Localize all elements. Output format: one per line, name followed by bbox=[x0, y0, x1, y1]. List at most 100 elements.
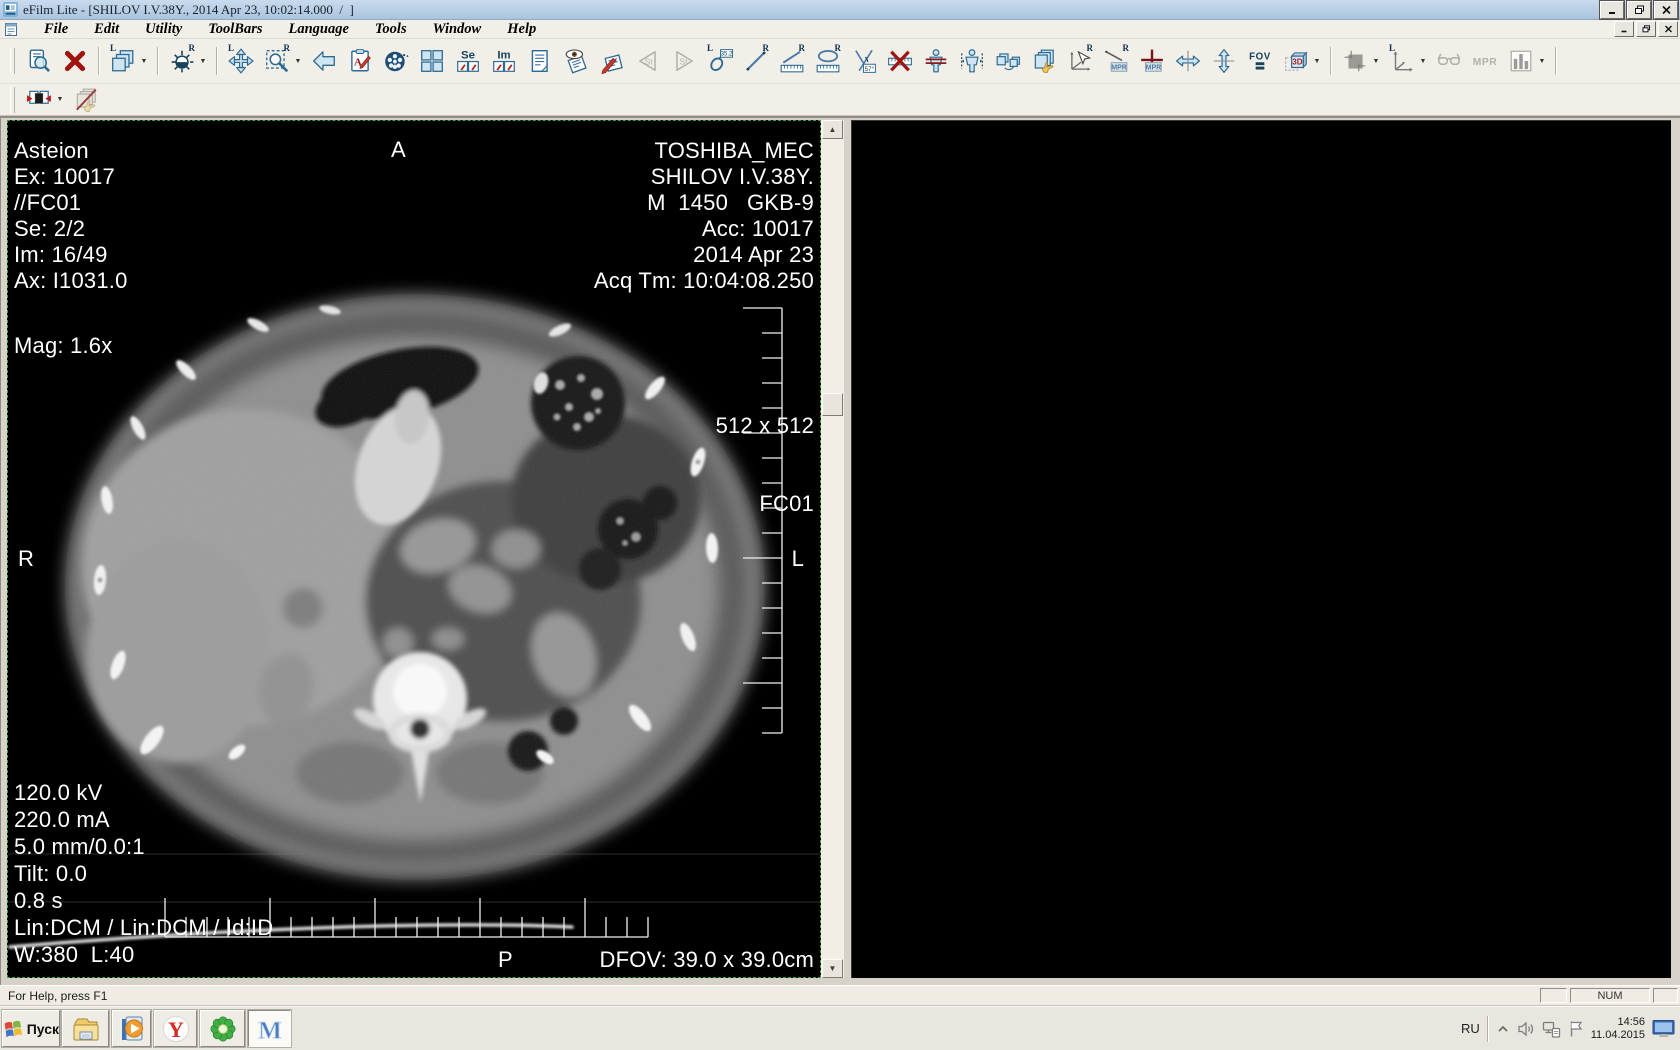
scroll-thumb[interactable] bbox=[822, 393, 843, 416]
report-button[interactable] bbox=[525, 45, 555, 77]
annotations-button[interactable]: A bbox=[345, 45, 375, 77]
child-minimize-button[interactable] bbox=[1614, 21, 1634, 37]
overlay-top-right: TOSHIBA_MECSHILOV I.V.38Y.M 1450 GKB-9Ac… bbox=[594, 138, 814, 294]
restore-button[interactable] bbox=[1627, 1, 1651, 19]
menu-item-file[interactable]: File bbox=[31, 20, 81, 38]
clock[interactable]: 14:56 11.04.2015 bbox=[1591, 1016, 1645, 1042]
open-study-button[interactable] bbox=[24, 45, 54, 77]
action-center-flag-icon[interactable] bbox=[1568, 1020, 1584, 1038]
histogram-button bbox=[1506, 45, 1536, 77]
menu-item-help[interactable]: Help bbox=[494, 20, 549, 38]
title-bar: eFilm Lite - [SHILOV I.V.38Y., 2014 Apr … bbox=[0, 0, 1680, 20]
measure-distance-button[interactable]: R bbox=[777, 45, 807, 77]
stack-mode-button[interactable]: L bbox=[108, 45, 138, 77]
desktop: eFilm Lite - [SHILOV I.V.38Y., 2014 Apr … bbox=[0, 0, 1680, 1050]
drag-stack-button[interactable] bbox=[1029, 45, 1059, 77]
menu-item-language[interactable]: Language bbox=[275, 20, 361, 38]
edit-report-button[interactable] bbox=[597, 45, 627, 77]
compare-studies-button[interactable] bbox=[24, 84, 54, 116]
reset-view-button[interactable] bbox=[309, 45, 339, 77]
svg-text:3D: 3D bbox=[1292, 58, 1303, 67]
window-layout-button[interactable] bbox=[417, 45, 447, 77]
windows-flag-icon bbox=[3, 1019, 23, 1039]
image-scrollbar-track[interactable]: ▲ ▼ bbox=[821, 120, 844, 978]
scout-lines-button[interactable] bbox=[921, 45, 951, 77]
probe-button[interactable]: 35.2L bbox=[705, 45, 735, 77]
film-box-icon bbox=[1342, 48, 1368, 74]
flip-vertical-button[interactable] bbox=[1209, 45, 1239, 77]
mouse-button-hint: R bbox=[835, 44, 842, 53]
previous-study-icon: St bbox=[635, 48, 661, 74]
view-3d-dropdown-arrow[interactable]: ▼ bbox=[1311, 45, 1323, 77]
stack-mode-dropdown-arrow[interactable]: ▼ bbox=[138, 45, 150, 77]
zoom-region-button[interactable]: R bbox=[262, 45, 292, 77]
menu-item-edit[interactable]: Edit bbox=[81, 20, 132, 38]
minimize-button[interactable] bbox=[1600, 1, 1624, 19]
close-study-button[interactable] bbox=[60, 45, 90, 77]
overlay-magnification: Mag: 1.6x bbox=[14, 333, 112, 359]
close-button[interactable] bbox=[1654, 1, 1678, 19]
delete-measurements-button[interactable] bbox=[885, 45, 915, 77]
mpr-mode-icon: MPR bbox=[1472, 48, 1498, 74]
display-monitor-icon[interactable] bbox=[1652, 1019, 1676, 1039]
toolbar-grip[interactable] bbox=[10, 87, 15, 113]
link-stacks-button[interactable] bbox=[993, 45, 1023, 77]
compare-studies-dropdown-arrow[interactable]: ▼ bbox=[54, 84, 66, 116]
image-layout-button[interactable]: Im bbox=[489, 45, 519, 77]
cine-button[interactable] bbox=[381, 45, 411, 77]
child-close-button[interactable] bbox=[1658, 21, 1678, 37]
series-layout-button[interactable]: Se bbox=[453, 45, 483, 77]
child-restore-button[interactable] bbox=[1636, 21, 1656, 37]
orientation-axis-button[interactable]: L bbox=[1387, 45, 1417, 77]
toolbar-grip[interactable] bbox=[10, 48, 15, 74]
mouse-button-hint: R bbox=[763, 44, 770, 53]
orientation-axis-dropdown-arrow[interactable]: ▼ bbox=[1417, 45, 1429, 77]
tray-time: 14:56 bbox=[1591, 1016, 1645, 1029]
film-box-dropdown-arrow[interactable]: ▼ bbox=[1370, 45, 1382, 77]
cursor-3d-button[interactable]: R bbox=[1065, 45, 1095, 77]
histogram-dropdown-arrow[interactable]: ▼ bbox=[1536, 45, 1548, 77]
draw-line-button[interactable]: R bbox=[741, 45, 771, 77]
link-stacks-icon bbox=[995, 48, 1021, 74]
menu-bar: FileEditUtilityToolBarsLanguageToolsWind… bbox=[0, 20, 1680, 39]
status-message: For Help, press F1 bbox=[8, 989, 107, 1003]
menu-item-window[interactable]: Window bbox=[420, 20, 495, 38]
volume-icon[interactable] bbox=[1517, 1020, 1535, 1038]
yandex-browser-taskbar-button[interactable]: Y bbox=[154, 1010, 197, 1047]
menu-item-toolbars[interactable]: ToolBars bbox=[195, 20, 275, 38]
menu-item-tools[interactable]: Tools bbox=[362, 20, 420, 38]
window-level-button[interactable]: R bbox=[167, 45, 197, 77]
media-player-taskbar-button[interactable] bbox=[112, 1010, 151, 1047]
viewport-empty[interactable] bbox=[851, 120, 1671, 978]
fov-button[interactable]: FOV bbox=[1245, 45, 1275, 77]
zoom-region-dropdown-arrow[interactable]: ▼ bbox=[292, 45, 304, 77]
scroll-up-button[interactable]: ▲ bbox=[822, 120, 843, 139]
measure-angle-button[interactable]: 57° bbox=[849, 45, 879, 77]
image-resolution: 512 x 512 bbox=[716, 413, 814, 439]
overlay-dfov: DFOV: 39.0 x 39.0cm bbox=[599, 947, 814, 973]
window-level-dropdown-arrow[interactable]: ▼ bbox=[197, 45, 209, 77]
icq-taskbar-button[interactable] bbox=[200, 1010, 245, 1047]
ellipse-roi-button[interactable]: R bbox=[813, 45, 843, 77]
efilm-m-taskbar-button[interactable]: MM bbox=[248, 1010, 291, 1047]
language-indicator[interactable]: RU bbox=[1461, 1021, 1480, 1036]
start-button[interactable]: Пуск bbox=[2, 1010, 60, 1047]
app-icon bbox=[3, 2, 18, 17]
localizer-lines-button[interactable] bbox=[957, 45, 987, 77]
flip-horizontal-button[interactable] bbox=[1173, 45, 1203, 77]
file-manager-taskbar-button[interactable] bbox=[62, 1010, 109, 1047]
mpr-orthogonal-button[interactable]: MPR bbox=[1137, 45, 1167, 77]
pan-button[interactable]: L bbox=[226, 45, 256, 77]
open-study-icon bbox=[26, 48, 52, 74]
localizer-lines-icon bbox=[959, 48, 985, 74]
svg-text:35.2: 35.2 bbox=[721, 52, 733, 58]
start-button-label: Пуск bbox=[27, 1021, 59, 1037]
viewport-active[interactable]: AsteionEx: 10017//FC01Se: 2/2Im: 16/49Ax… bbox=[7, 120, 821, 978]
scroll-down-button[interactable]: ▼ bbox=[822, 959, 843, 978]
mpr-oblique-button[interactable]: MPRR bbox=[1101, 45, 1131, 77]
show-hidden-icons-chevron[interactable] bbox=[1496, 1021, 1510, 1037]
menu-item-utility[interactable]: Utility bbox=[132, 20, 195, 38]
network-icon[interactable] bbox=[1542, 1020, 1561, 1038]
view-report-button[interactable] bbox=[561, 45, 591, 77]
view-3d-button[interactable]: 3D bbox=[1281, 45, 1311, 77]
